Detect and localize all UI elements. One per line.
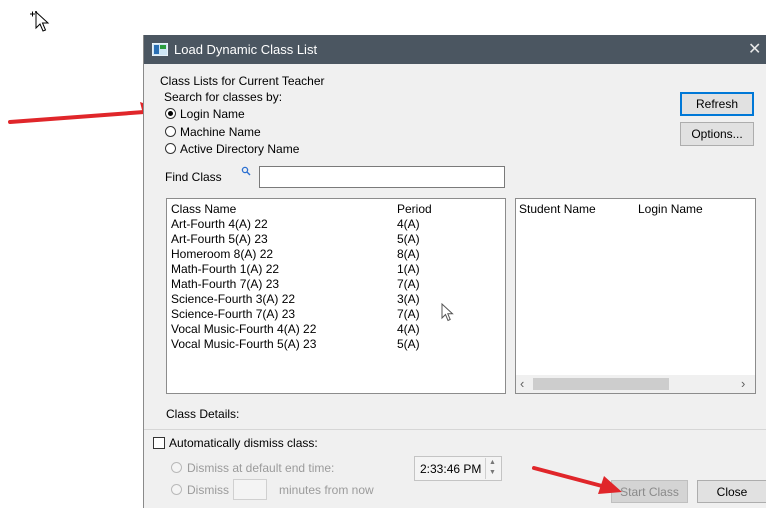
class-period: 7(A) bbox=[397, 277, 420, 291]
close-icon[interactable]: ✕ bbox=[748, 39, 761, 59]
find-class-input[interactable] bbox=[259, 166, 505, 188]
class-name: Art-Fourth 5(A) 23 bbox=[171, 232, 268, 246]
minutes-from-now-label: minutes from now bbox=[279, 483, 374, 497]
class-row[interactable]: Vocal Music-Fourth 5(A) 23 5(A) bbox=[171, 337, 420, 351]
refresh-button[interactable]: Refresh bbox=[680, 92, 754, 116]
class-period: 4(A) bbox=[397, 217, 420, 231]
scroll-right-icon[interactable]: › bbox=[741, 376, 745, 391]
end-time-value: 2:33:46 PM bbox=[420, 462, 482, 476]
class-name: Science-Fourth 3(A) 22 bbox=[171, 292, 296, 306]
class-period: 7(A) bbox=[397, 307, 420, 321]
find-class-label: Find Class bbox=[165, 170, 222, 184]
auto-dismiss-checkbox[interactable] bbox=[153, 437, 165, 449]
radio-button[interactable] bbox=[171, 484, 182, 495]
class-row[interactable]: Math-Fourth 7(A) 23 7(A) bbox=[171, 277, 420, 291]
class-name: Homeroom 8(A) 22 bbox=[171, 247, 274, 261]
options-button[interactable]: Options... bbox=[680, 122, 754, 146]
spin-down-icon[interactable]: ▼ bbox=[486, 468, 499, 478]
title-bar: Load Dynamic Class List ✕ bbox=[144, 35, 766, 64]
class-period: 5(A) bbox=[397, 337, 420, 351]
annotation-arrow-bottom bbox=[532, 466, 622, 494]
student-list[interactable]: Student Name Login Name ‹ › bbox=[515, 198, 756, 394]
class-list[interactable]: Class Name Period Art-Fourth 4(A) 22 4(A… bbox=[166, 198, 506, 394]
radio-button[interactable] bbox=[165, 143, 176, 154]
class-period: 1(A) bbox=[397, 262, 420, 276]
radio-label: Dismiss at default end time: bbox=[187, 461, 335, 475]
search-icon bbox=[241, 166, 251, 176]
radio-button[interactable] bbox=[171, 462, 182, 473]
radio-label: Machine Name bbox=[180, 125, 261, 139]
auto-dismiss-label: Automatically dismiss class: bbox=[169, 436, 318, 450]
class-row[interactable]: Vocal Music-Fourth 4(A) 22 4(A) bbox=[171, 322, 420, 336]
class-row[interactable]: Art-Fourth 5(A) 23 5(A) bbox=[171, 232, 420, 246]
radio-label: Active Directory Name bbox=[180, 142, 300, 156]
class-name: Math-Fourth 1(A) 22 bbox=[171, 262, 280, 276]
class-list-header: Class Name Period bbox=[171, 202, 432, 216]
class-name: Vocal Music-Fourth 5(A) 23 bbox=[171, 337, 317, 351]
radio-label: Login Name bbox=[180, 107, 245, 121]
spin-up-icon[interactable]: ▲ bbox=[486, 458, 499, 468]
class-period: 4(A) bbox=[397, 322, 420, 336]
class-row[interactable]: Science-Fourth 7(A) 23 7(A) bbox=[171, 307, 420, 321]
class-row[interactable]: Science-Fourth 3(A) 22 3(A) bbox=[171, 292, 420, 306]
section-heading: Class Lists for Current Teacher bbox=[160, 74, 325, 88]
class-row[interactable]: Homeroom 8(A) 22 8(A) bbox=[171, 247, 420, 261]
class-row[interactable]: Art-Fourth 4(A) 22 4(A) bbox=[171, 217, 420, 231]
close-button[interactable]: Close bbox=[697, 480, 766, 503]
horizontal-scrollbar[interactable]: ‹ › bbox=[516, 375, 755, 393]
class-name: Art-Fourth 4(A) 22 bbox=[171, 217, 268, 231]
time-spinner[interactable]: ▲ ▼ bbox=[485, 458, 499, 479]
column-period[interactable]: Period bbox=[397, 202, 432, 216]
scroll-left-icon[interactable]: ‹ bbox=[520, 376, 524, 391]
divider bbox=[144, 429, 766, 430]
column-login-name[interactable]: Login Name bbox=[638, 202, 703, 216]
scroll-thumb[interactable] bbox=[533, 378, 669, 390]
radio-button[interactable] bbox=[165, 126, 176, 137]
radio-label: Dismiss bbox=[187, 483, 229, 497]
move-cursor-icon bbox=[30, 10, 50, 32]
search-by-label: Search for classes by: bbox=[164, 90, 283, 104]
dialog-title: Load Dynamic Class List bbox=[174, 42, 318, 57]
radio-button[interactable] bbox=[165, 108, 176, 119]
class-row[interactable]: Math-Fourth 1(A) 22 1(A) bbox=[171, 262, 420, 276]
mouse-pointer-icon bbox=[441, 303, 454, 322]
minutes-input[interactable] bbox=[233, 479, 267, 500]
class-period: 3(A) bbox=[397, 292, 420, 306]
class-details-label: Class Details: bbox=[166, 407, 240, 421]
class-name: Science-Fourth 7(A) 23 bbox=[171, 307, 296, 321]
class-name: Vocal Music-Fourth 4(A) 22 bbox=[171, 322, 317, 336]
class-period: 5(A) bbox=[397, 232, 420, 246]
class-name: Math-Fourth 7(A) 23 bbox=[171, 277, 280, 291]
dialog-window: Load Dynamic Class List ✕ Class Lists fo… bbox=[143, 35, 766, 508]
class-period: 8(A) bbox=[397, 247, 420, 261]
column-student-name[interactable]: Student Name bbox=[519, 202, 596, 216]
app-icon bbox=[152, 43, 168, 56]
column-class-name[interactable]: Class Name bbox=[171, 202, 236, 216]
